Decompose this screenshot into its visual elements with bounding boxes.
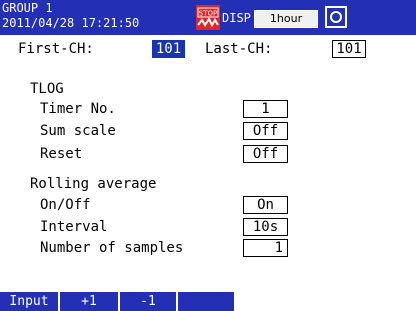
first-ch-label: First-CH:: [18, 41, 94, 57]
rolling-average-heading: Rolling average: [30, 176, 157, 192]
status-header: GROUP 1 2011/04/28 17:21:50 STOP DISP 1h…: [0, 0, 416, 35]
sum-scale-field[interactable]: Off: [243, 122, 288, 140]
samples-label: Number of samples: [40, 240, 184, 256]
disp-label: DISP: [222, 11, 251, 25]
timer-no-label: Timer No.: [40, 101, 116, 117]
last-ch-label: Last-CH:: [205, 41, 273, 57]
reset-field[interactable]: Off: [243, 145, 288, 163]
snapshot-icon[interactable]: [325, 6, 347, 28]
time-span-display[interactable]: 1hour: [254, 10, 318, 28]
input-softkey[interactable]: Input: [0, 292, 60, 311]
reset-label: Reset: [40, 146, 83, 162]
interval-label: Interval: [40, 219, 108, 235]
plus-one-softkey[interactable]: +1: [60, 292, 120, 311]
last-ch-field[interactable]: 101: [332, 40, 366, 58]
sum-scale-label: Sum scale: [40, 123, 116, 139]
timer-no-field[interactable]: 1: [243, 100, 288, 118]
on-off-field[interactable]: On: [243, 196, 288, 214]
samples-field[interactable]: 1: [243, 239, 288, 257]
empty-softkey: [178, 292, 236, 311]
on-off-label: On/Off: [40, 197, 91, 213]
group-name: GROUP 1: [2, 1, 53, 15]
settings-panel: First-CH: 101 Last-CH: 101 TLOG Timer No…: [0, 35, 416, 292]
stop-status-icon: STOP: [196, 5, 220, 30]
interval-field[interactable]: 10s: [243, 218, 288, 236]
first-ch-field[interactable]: 101: [152, 40, 185, 58]
datetime-readout: 2011/04/28 17:21:50: [2, 16, 140, 30]
tlog-heading: TLOG: [30, 81, 64, 97]
minus-one-softkey[interactable]: -1: [120, 292, 178, 311]
softkey-bar: Input +1 -1: [0, 292, 416, 311]
svg-text:STOP: STOP: [199, 10, 217, 18]
